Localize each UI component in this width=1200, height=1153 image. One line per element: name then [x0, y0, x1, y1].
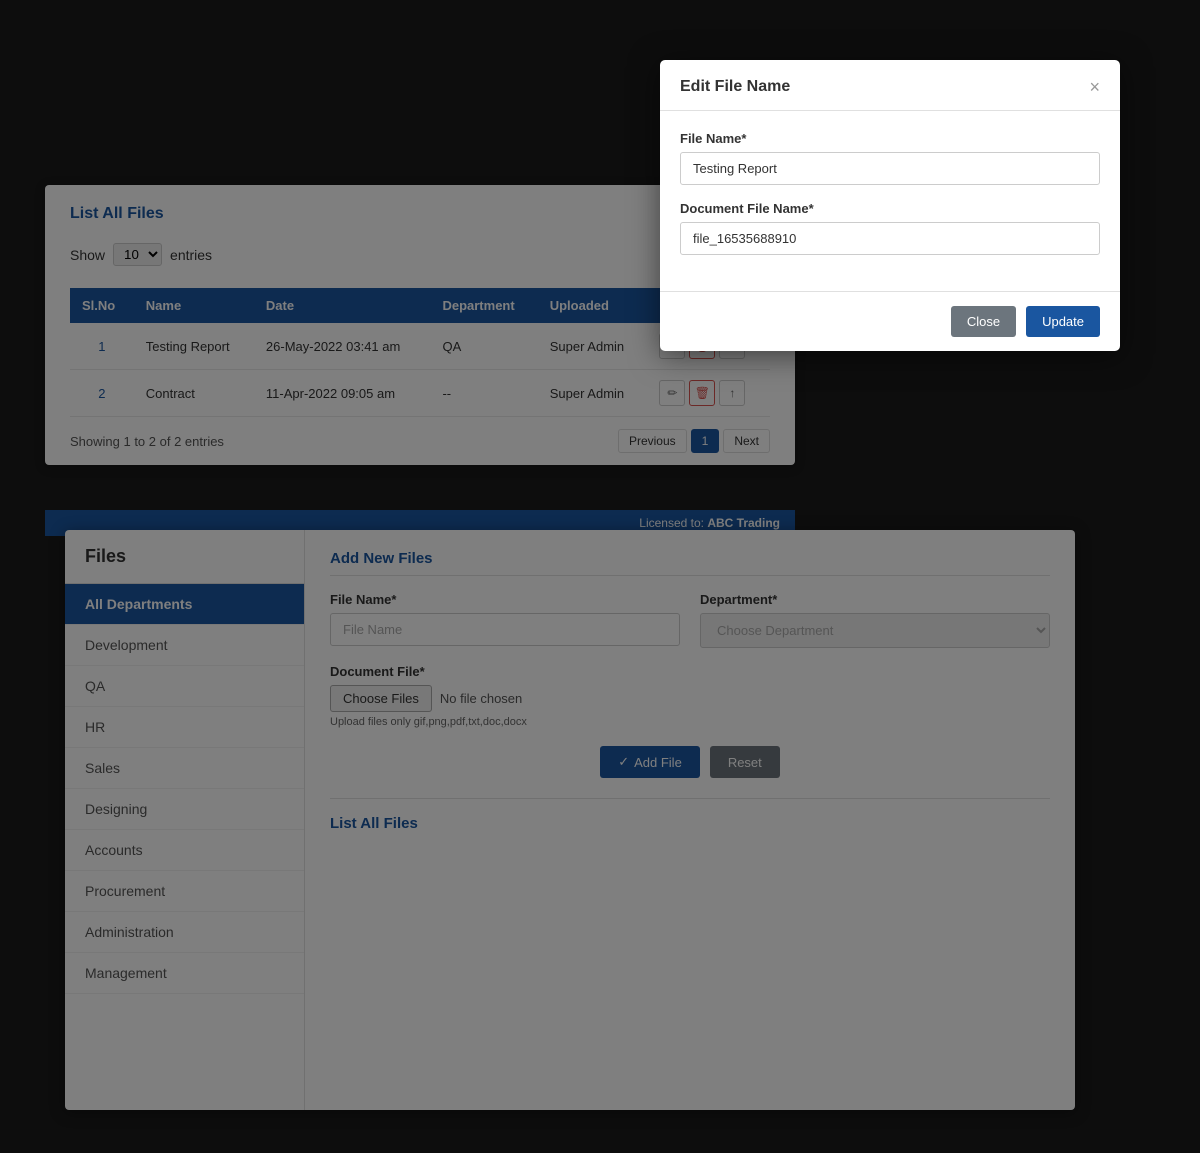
modal-doc-file-name-input[interactable] [680, 222, 1100, 255]
modal-close-footer-button[interactable]: Close [951, 306, 1016, 337]
modal-file-name-label: File Name* [680, 131, 1100, 146]
modal-body: File Name* Document File Name* [660, 111, 1120, 291]
modal-header: Edit File Name × [660, 60, 1120, 111]
modal-footer: Close Update [660, 291, 1120, 351]
modal-close-button[interactable]: × [1089, 78, 1100, 96]
edit-file-modal: Edit File Name × File Name* Document Fil… [660, 60, 1120, 351]
modal-title: Edit File Name [680, 78, 790, 96]
modal-overlay: Edit File Name × File Name* Document Fil… [0, 0, 1200, 1153]
modal-file-name-input[interactable] [680, 152, 1100, 185]
modal-doc-file-name-label: Document File Name* [680, 201, 1100, 216]
modal-update-button[interactable]: Update [1026, 306, 1100, 337]
modal-file-name-group: File Name* [680, 131, 1100, 185]
modal-doc-file-name-group: Document File Name* [680, 201, 1100, 255]
